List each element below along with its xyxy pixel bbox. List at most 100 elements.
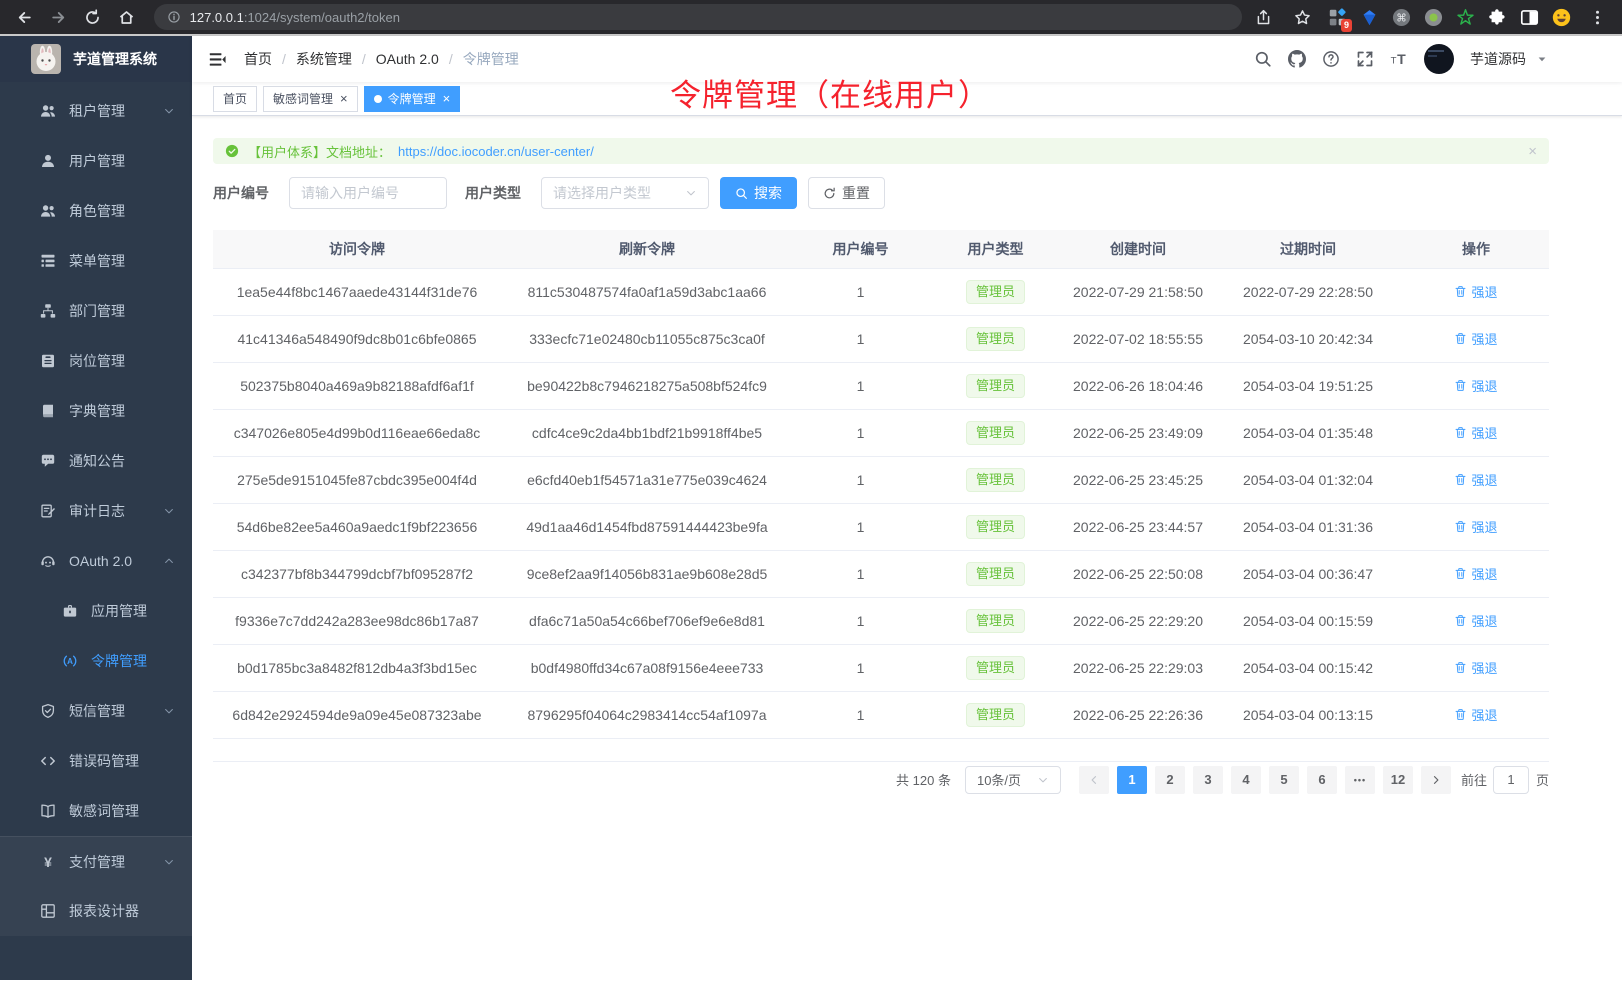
sidebar-menu: 租户管理 用户管理 角色管理 菜单管理 部门管理 [0,82,192,936]
view-tab[interactable]: 令牌管理 × [364,86,461,112]
force-logout-button[interactable]: 强退 [1454,705,1497,724]
force-logout-button[interactable]: 强退 [1454,329,1497,348]
extension-green-star-icon[interactable] [1456,8,1475,27]
fullscreen-icon[interactable] [1356,50,1374,68]
page-size-select[interactable]: 10条/页 [965,766,1061,794]
page-button[interactable]: 1 [1117,766,1147,794]
access-token-cell: 502375b8040a469a9b82188afdf6af1f [213,362,501,409]
user-type-badge: 管理员 [966,703,1025,727]
sidebar-item[interactable]: 审计日志 [0,486,192,536]
browser-forward-icon[interactable] [46,4,72,30]
user-avatar[interactable] [1424,44,1454,74]
access-token-cell: f9336e7c7dd242a283ee98dc86b17a87 [213,597,501,644]
profile-avatar-icon[interactable] [1552,8,1571,27]
page-button[interactable]: ••• [1345,766,1375,794]
reset-button[interactable]: 重置 [808,177,885,209]
menu-item-icon [40,203,56,219]
chevron-icon [163,705,175,717]
force-logout-button[interactable]: 强退 [1454,470,1497,489]
sidebar-item[interactable]: ¥ 支付管理 [0,836,192,886]
refresh-token-cell: 49d1aa46d1454fbd87591444423be9fa [501,503,793,550]
force-logout-button[interactable]: 强退 [1454,658,1497,677]
force-logout-button[interactable]: 强退 [1454,564,1497,583]
font-size-icon[interactable]: TT [1390,50,1408,68]
sidebar-item[interactable]: OAuth 2.0 [0,536,192,586]
app-logo[interactable]: 芋道管理系统 [0,36,192,82]
page-button[interactable]: 6 [1307,766,1337,794]
sidebar-item[interactable]: 角色管理 [0,186,192,236]
create-time-cell: 2022-06-25 23:49:09 [1063,409,1213,456]
breadcrumb-item[interactable]: 首页 [244,49,272,69]
sidebar-item[interactable]: 租户管理 [0,86,192,136]
prev-page-button[interactable] [1079,766,1109,794]
site-info-icon[interactable] [167,10,181,24]
chevron-down-icon [685,187,697,199]
breadcrumb-item[interactable]: 系统管理 [272,49,352,69]
page-button[interactable]: 4 [1231,766,1261,794]
sidebar-item[interactable]: 报表设计器 [0,886,192,936]
page-button[interactable]: 5 [1269,766,1299,794]
user-type-select[interactable]: 请选择用户类型 [541,177,709,209]
sidebar-item[interactable]: 短信管理 [0,686,192,736]
bookmark-star-icon[interactable] [1289,4,1315,30]
alert-close-icon[interactable]: × [1528,144,1537,159]
sidebar-item[interactable]: 菜单管理 [0,236,192,286]
goto-page-input[interactable] [1493,766,1529,794]
page-button[interactable]: 3 [1193,766,1223,794]
force-logout-button[interactable]: 强退 [1454,376,1497,395]
breadcrumb-item[interactable]: OAuth 2.0 [352,51,439,67]
force-logout-button[interactable]: 强退 [1454,423,1497,442]
tab-close-icon[interactable]: × [443,92,451,105]
extension-gem-icon[interactable] [1360,8,1379,27]
share-icon[interactable] [1250,4,1276,30]
breadcrumb-item[interactable]: 令牌管理 [439,49,519,69]
page-button[interactable]: 12 [1383,766,1413,794]
doc-link[interactable]: https://doc.iocoder.cn/user-center/ [398,144,594,159]
user-id-input[interactable] [289,177,447,209]
browser-reload-icon[interactable] [80,4,106,30]
menu-item-icon [40,353,56,369]
browser-menu-icon[interactable] [1584,4,1610,30]
help-icon[interactable] [1322,50,1340,68]
sidebar-item[interactable]: 敏感词管理 [0,786,192,836]
view-tab[interactable]: 敏感词管理 × [263,86,358,112]
sidebar-item[interactable]: 通知公告 [0,436,192,486]
table-row: 1ea5e44f8bc1467aaede43144f31de76 811c530… [213,268,1549,315]
search-button[interactable]: 搜索 [720,177,797,209]
address-bar[interactable]: 127.0.0.1:1024/system/oauth2/token [154,4,1242,30]
access-token-cell: 6d842e2924594de9a09e45e087323abe [213,691,501,738]
sidebar-item[interactable]: 字典管理 [0,386,192,436]
page-content: 【用户体系】文档地址： https://doc.iocoder.cn/user-… [192,116,1622,980]
extension-record-icon[interactable] [1424,8,1443,27]
sidebar-item[interactable]: 部门管理 [0,286,192,336]
view-tab[interactable]: 首页 × [213,86,257,112]
extensions-puzzle-icon[interactable] [1488,8,1507,27]
sidebar-item[interactable]: 错误码管理 [0,736,192,786]
browser-home-icon[interactable] [114,4,140,30]
token-table: 访问令牌刷新令牌用户编号用户类型创建时间过期时间操作 1ea5e44f8bc14… [213,230,1549,739]
menu-item-label: 审计日志 [69,501,125,521]
browser-back-icon[interactable] [12,4,38,30]
page-button[interactable]: 2 [1155,766,1185,794]
sidebar-item[interactable]: 岗位管理 [0,336,192,386]
extension-grid-icon[interactable]: 9 [1328,8,1347,27]
sidebar-item[interactable]: 应用管理 [0,586,192,636]
sidebar-toggle-icon[interactable] [208,50,227,69]
delete-icon [1454,661,1467,674]
sidebar-item[interactable]: 用户管理 [0,136,192,186]
caret-down-icon[interactable] [1536,53,1548,65]
refresh-token-cell: 333ecfc71e02480cb11055c875c3ca0f [501,315,793,362]
extension-command-icon[interactable]: ⌘ [1392,8,1411,27]
force-logout-button[interactable]: 强退 [1454,282,1497,301]
next-page-button[interactable] [1421,766,1451,794]
search-icon [735,187,748,200]
tab-close-icon[interactable]: × [340,92,348,105]
github-icon[interactable] [1288,50,1306,68]
force-logout-button[interactable]: 强退 [1454,517,1497,536]
side-panel-icon[interactable] [1520,8,1539,27]
sidebar-item[interactable]: A 令牌管理 [0,636,192,686]
user-name[interactable]: 芋道源码 [1470,49,1526,69]
table-row: b0d1785bc3a8482f812db4a3f3bd15ec b0df498… [213,644,1549,691]
force-logout-button[interactable]: 强退 [1454,611,1497,630]
header-search-icon[interactable] [1254,50,1272,68]
